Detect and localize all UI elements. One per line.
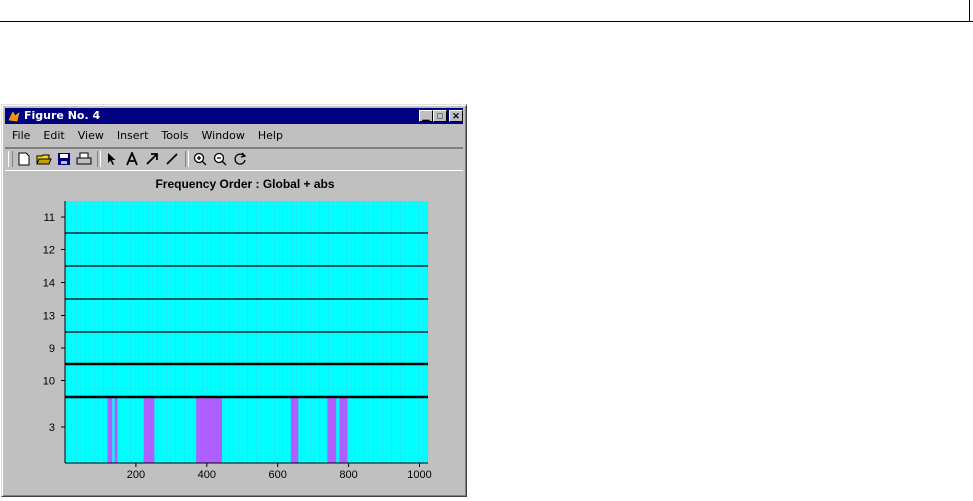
- page-top-rule: [0, 21, 973, 22]
- x-tick-label: 1000: [407, 469, 431, 481]
- y-tick-label: 11: [44, 212, 55, 224]
- y-tick-label: 14: [43, 278, 55, 290]
- y-tick-label: 10: [43, 376, 55, 388]
- heatmap-row: [65, 266, 428, 299]
- heatmap-row: [65, 397, 428, 463]
- x-tick-label: 600: [269, 469, 287, 481]
- heatmap-band: [339, 397, 348, 463]
- y-tick-label: 13: [43, 311, 55, 323]
- heatmap-band: [290, 397, 299, 463]
- y-tick-label: 12: [43, 245, 55, 257]
- heatmap-row: [65, 364, 428, 397]
- x-tick-label: 800: [339, 469, 357, 481]
- heatmap-row: [65, 332, 428, 364]
- x-tick-label: 400: [198, 469, 216, 481]
- page-top-tick: [969, 0, 970, 22]
- heatmap-band: [143, 397, 155, 463]
- heatmap-plot[interactable]: 11 12 14 13 9 10 3 200 400 600 800 1000: [2, 105, 466, 496]
- heatmap-band: [114, 397, 118, 463]
- figure-window: Figure No. 4 ▁ □ ✕ File Edit View Insert…: [1, 104, 467, 497]
- x-tick-label: 200: [127, 469, 145, 481]
- heatmap-row: [65, 233, 428, 266]
- heatmap-row: [65, 299, 428, 332]
- heatmap-band: [196, 397, 223, 463]
- heatmap-band: [107, 397, 113, 463]
- y-tick-label: 9: [49, 343, 55, 355]
- heatmap-row: [65, 201, 428, 233]
- y-tick-label: 3: [49, 422, 55, 434]
- heatmap-band: [327, 397, 337, 463]
